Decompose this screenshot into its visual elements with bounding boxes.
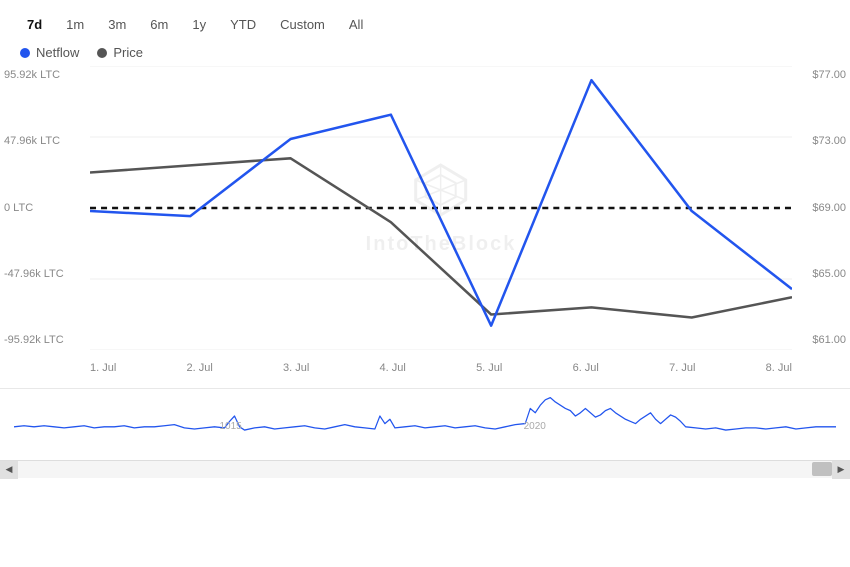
legend: Netflow Price: [0, 45, 850, 60]
y-right-label: $77.00: [796, 70, 846, 81]
mini-label: 1015: [220, 421, 242, 432]
time-btn-custom[interactable]: Custom: [269, 12, 336, 37]
time-btn-all[interactable]: All: [338, 12, 374, 37]
main-container: 7d1m3m6m1yYTDCustomAll Netflow Price 95.9…: [0, 0, 850, 567]
y-right-label: $61.00: [796, 335, 846, 346]
legend-dot-netflow: [20, 48, 30, 58]
scroll-left-arrow[interactable]: ◀: [0, 461, 18, 479]
x-axis: 1. Jul 2. Jul 3. Jul 4. Jul 5. Jul 6. Jul 7. J…: [90, 350, 792, 386]
scrollbar[interactable]: ◀ ▶: [0, 460, 850, 478]
x-label: 5. Jul: [476, 362, 502, 374]
scroll-track[interactable]: [18, 461, 832, 478]
x-label: 3. Jul: [283, 362, 309, 374]
mini-svg: [14, 389, 836, 456]
legend-label-price: Price: [113, 45, 143, 60]
time-btn-1m[interactable]: 1m: [55, 12, 95, 37]
x-label: 7. Jul: [669, 362, 695, 374]
mini-svg-wrapper: 1015 2020: [14, 389, 836, 456]
time-btn-1y[interactable]: 1y: [181, 12, 217, 37]
y-right-label: $65.00: [796, 269, 846, 280]
time-btn-7d[interactable]: 7d: [16, 12, 53, 37]
time-btn-6m[interactable]: 6m: [139, 12, 179, 37]
y-right-label: $69.00: [796, 203, 846, 214]
scroll-thumb[interactable]: [812, 462, 832, 476]
x-label: 2. Jul: [187, 362, 213, 374]
y-left-label: 95.92k LTC: [4, 70, 82, 81]
legend-item-price: Price: [97, 45, 143, 60]
x-label: 6. Jul: [573, 362, 599, 374]
y-left-label: -47.96k LTC: [4, 269, 82, 280]
mini-chart: 1015 2020 ◀ ▶: [0, 388, 850, 478]
legend-label-netflow: Netflow: [36, 45, 79, 60]
legend-dot-price: [97, 48, 107, 58]
y-right-label: $73.00: [796, 136, 846, 147]
x-label: 4. Jul: [380, 362, 406, 374]
time-toolbar: 7d1m3m6m1yYTDCustomAll: [0, 12, 850, 37]
x-label: 1. Jul: [90, 362, 116, 374]
chart-svg-wrapper: IntoTheBlock: [90, 66, 792, 350]
y-left-label: 0 LTC: [4, 203, 82, 214]
y-left-label: -95.92k LTC: [4, 335, 82, 346]
time-btn-ytd[interactable]: YTD: [219, 12, 267, 37]
time-btn-3m[interactable]: 3m: [97, 12, 137, 37]
y-axis-right: $77.00 $73.00 $69.00 $65.00 $61.00: [792, 66, 850, 350]
main-svg: [90, 66, 792, 350]
legend-item-netflow: Netflow: [20, 45, 79, 60]
y-left-label: 47.96k LTC: [4, 136, 82, 147]
y-axis-left: 95.92k LTC 47.96k LTC 0 LTC -47.96k LTC -95.…: [0, 66, 90, 350]
mini-label: 2020: [524, 421, 546, 432]
scroll-right-arrow[interactable]: ▶: [832, 461, 850, 479]
x-label: 8. Jul: [766, 362, 792, 374]
main-chart: 95.92k LTC 47.96k LTC 0 LTC -47.96k LTC -95.…: [0, 66, 850, 386]
